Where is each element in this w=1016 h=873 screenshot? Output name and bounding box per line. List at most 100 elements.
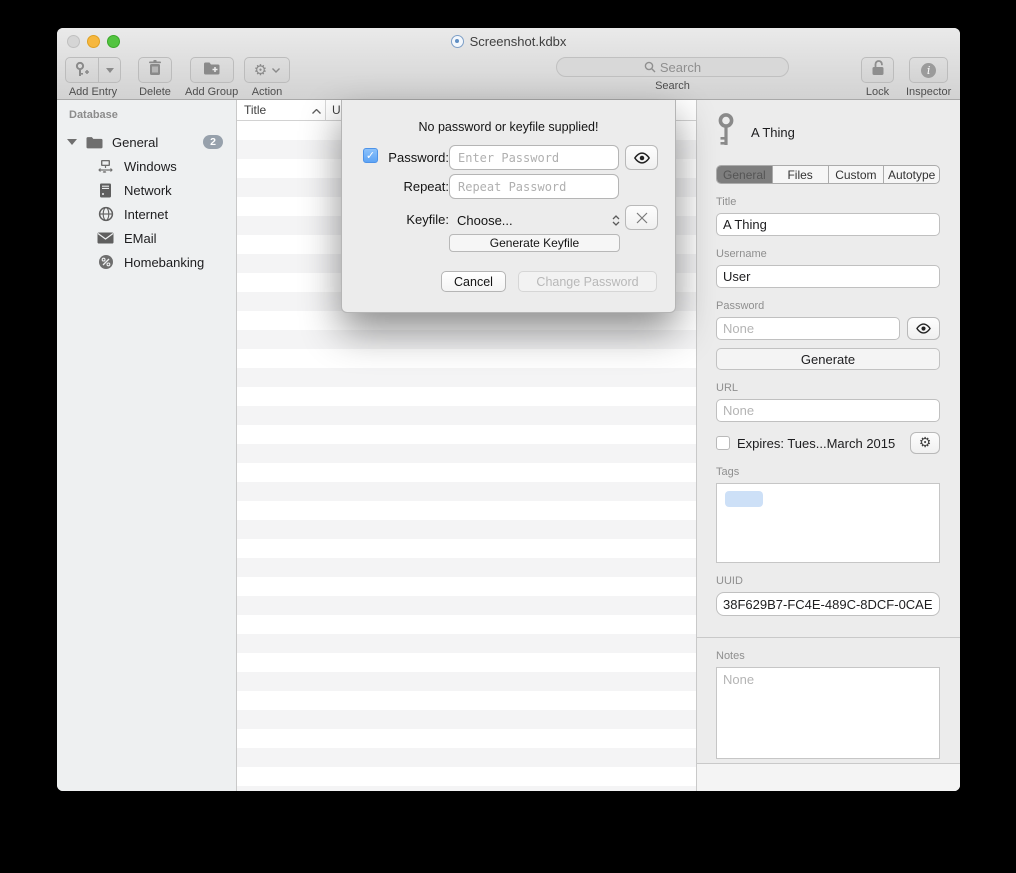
close-icon bbox=[636, 212, 648, 224]
password-label: Password: bbox=[380, 150, 449, 165]
url-field-label: URL bbox=[716, 382, 940, 394]
sidebar-item-email[interactable]: EMail bbox=[57, 226, 236, 250]
column-header-title[interactable]: Title bbox=[237, 100, 326, 120]
entry-header: A Thing bbox=[716, 113, 940, 152]
keyfile-popup[interactable]: Choose... bbox=[457, 209, 620, 231]
password-field-label: Password bbox=[716, 300, 940, 312]
add-group-button[interactable] bbox=[190, 57, 234, 83]
add-entry-button[interactable] bbox=[65, 57, 121, 83]
unlock-icon bbox=[870, 59, 886, 81]
new-password-field[interactable] bbox=[449, 145, 619, 170]
sidebar-item-label: Homebanking bbox=[124, 255, 204, 270]
toolbar: Add Entry Delete bbox=[57, 54, 960, 100]
eye-icon bbox=[633, 152, 651, 164]
inspector-panel: A Thing General Files Custom Autotype Ti… bbox=[696, 100, 960, 791]
action-button[interactable]: ⚙ bbox=[244, 57, 290, 83]
generate-password-button[interactable]: Generate bbox=[716, 348, 940, 370]
entry-count-badge: 2 bbox=[203, 135, 223, 149]
folder-icon bbox=[86, 134, 103, 151]
search-input[interactable]: Search bbox=[556, 57, 789, 77]
tag-pill[interactable] bbox=[725, 491, 763, 507]
inspector-tabs: General Files Custom Autotype bbox=[716, 165, 940, 184]
inspector-button[interactable]: i bbox=[909, 57, 948, 83]
add-entry-dropdown[interactable] bbox=[99, 57, 120, 83]
username-field[interactable] bbox=[716, 265, 940, 288]
keyfile-label: Keyfile: bbox=[380, 212, 449, 227]
sidebar-item-homebanking[interactable]: Homebanking bbox=[57, 250, 236, 274]
sidebar-item-label: Internet bbox=[124, 207, 168, 222]
sidebar-item-general[interactable]: General 2 bbox=[57, 130, 236, 154]
change-password-button[interactable]: Change Password bbox=[518, 271, 657, 292]
lock-button[interactable] bbox=[861, 57, 894, 83]
key-plus-icon bbox=[66, 57, 99, 83]
chevron-down-icon bbox=[272, 68, 280, 73]
server-icon bbox=[97, 182, 114, 199]
disclosure-triangle-icon[interactable] bbox=[67, 139, 77, 145]
notes-field[interactable] bbox=[716, 667, 940, 759]
expires-settings-button[interactable]: ⚙ bbox=[910, 432, 940, 454]
divider bbox=[697, 637, 960, 638]
percent-icon bbox=[97, 254, 114, 271]
window-title-area: Screenshot.kdbx bbox=[57, 28, 960, 54]
search-label: Search bbox=[655, 80, 690, 92]
delete-item: Delete bbox=[138, 57, 172, 98]
expires-row: Expires: Tues...March 2015 ⚙ bbox=[716, 432, 940, 454]
action-item: ⚙ Action bbox=[244, 57, 290, 98]
generate-keyfile-button[interactable]: Generate Keyfile bbox=[449, 234, 620, 252]
inspector-label: Inspector bbox=[906, 86, 951, 98]
popup-stepper-icon bbox=[612, 215, 620, 226]
delete-button[interactable] bbox=[138, 57, 172, 83]
sidebar-item-label: Network bbox=[124, 183, 172, 198]
cancel-button[interactable]: Cancel bbox=[441, 271, 506, 292]
add-entry-item: Add Entry bbox=[65, 57, 121, 98]
tags-field-label: Tags bbox=[716, 466, 940, 478]
sidebar-item-label: Windows bbox=[124, 159, 177, 174]
title-field-label: Title bbox=[716, 196, 940, 208]
gear-icon: ⚙ bbox=[254, 61, 267, 79]
inspector-item: i Inspector bbox=[906, 57, 951, 98]
show-password-button[interactable] bbox=[907, 317, 940, 340]
document-icon bbox=[451, 35, 464, 48]
tab-custom[interactable]: Custom bbox=[829, 166, 885, 183]
lock-item: Lock bbox=[861, 57, 894, 98]
info-icon: i bbox=[921, 63, 936, 78]
expires-checkbox[interactable] bbox=[716, 436, 730, 450]
tab-autotype[interactable]: Autotype bbox=[884, 166, 939, 183]
notes-field-label: Notes bbox=[716, 650, 940, 662]
show-password-button[interactable] bbox=[625, 145, 658, 170]
clear-keyfile-button[interactable] bbox=[625, 205, 658, 230]
tags-box[interactable] bbox=[716, 483, 940, 563]
window-title: Screenshot.kdbx bbox=[470, 34, 567, 49]
tab-general[interactable]: General bbox=[717, 166, 773, 183]
macpass-window: Screenshot.kdbx bbox=[57, 28, 960, 791]
url-field[interactable] bbox=[716, 399, 940, 422]
sidebar-item-windows[interactable]: Windows bbox=[57, 154, 236, 178]
gear-icon: ⚙ bbox=[919, 435, 932, 451]
add-entry-label: Add Entry bbox=[69, 86, 117, 98]
password-field[interactable] bbox=[716, 317, 900, 340]
tab-files[interactable]: Files bbox=[773, 166, 829, 183]
password-checkbox[interactable]: ✓ bbox=[363, 148, 378, 163]
inspector-footer bbox=[697, 763, 960, 791]
window-header: Screenshot.kdbx bbox=[57, 28, 960, 100]
key-icon bbox=[716, 113, 736, 152]
sidebar-item-internet[interactable]: Internet bbox=[57, 202, 236, 226]
action-label: Action bbox=[252, 86, 283, 98]
folder-plus-icon bbox=[203, 61, 221, 80]
sidebar-item-network[interactable]: Network bbox=[57, 178, 236, 202]
uuid-field[interactable] bbox=[716, 592, 940, 616]
titlebar[interactable]: Screenshot.kdbx bbox=[57, 28, 960, 54]
search-icon bbox=[644, 61, 656, 73]
trash-icon bbox=[148, 60, 162, 81]
expires-label: Expires: Tues...March 2015 bbox=[737, 436, 903, 451]
sidebar-section-header: Database bbox=[69, 109, 236, 121]
search-placeholder: Search bbox=[660, 60, 701, 75]
delete-label: Delete bbox=[139, 86, 171, 98]
title-field[interactable] bbox=[716, 213, 940, 236]
sidebar-item-label: General bbox=[112, 135, 203, 150]
eye-icon bbox=[915, 323, 932, 334]
windows-network-icon bbox=[97, 158, 114, 175]
repeat-label: Repeat: bbox=[380, 179, 449, 194]
repeat-password-field[interactable] bbox=[449, 174, 619, 199]
keyfile-popup-value: Choose... bbox=[457, 213, 513, 228]
